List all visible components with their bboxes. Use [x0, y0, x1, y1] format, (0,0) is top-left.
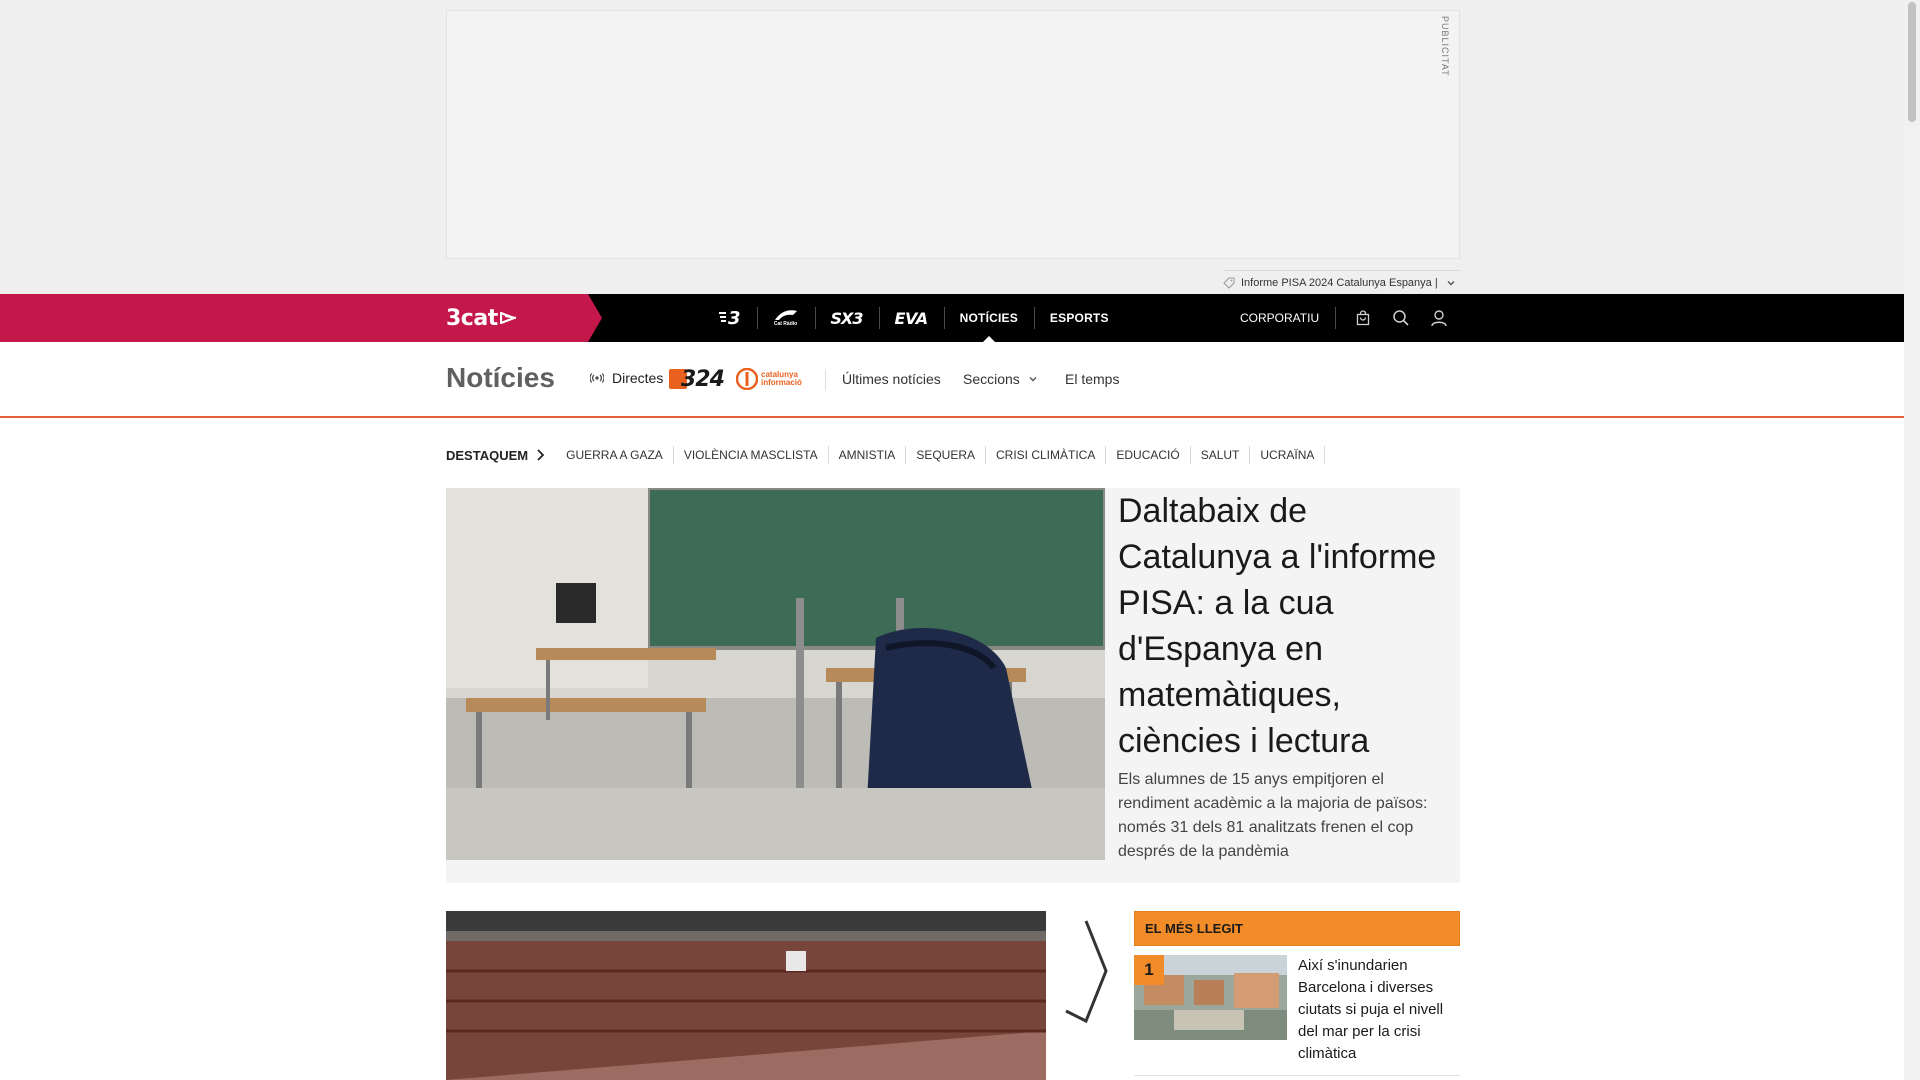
topic-tag-text: Informe PISA 2024 Catalunya Espanya | — [1241, 276, 1438, 289]
highlight-tag[interactable]: GUERRA A GAZA — [556, 446, 674, 464]
hero-article[interactable]: Daltabaix de Catalunya a l'informe PISA:… — [446, 488, 1460, 883]
channel-tv3[interactable]: 3 — [703, 294, 757, 342]
highlights-bar: DESTAQUEM GUERRA A GAZA VIOLÈNCIA MASCLI… — [446, 442, 1326, 468]
radio-waves-icon — [736, 368, 758, 390]
page-scrollbar[interactable] — [1904, 0, 1920, 1080]
eva-logo-icon: EVA — [894, 308, 929, 328]
chevron-right-icon — [537, 449, 545, 461]
most-read-heading: EL MÉS LLEGIT — [1134, 911, 1460, 946]
chevron-down-icon — [1028, 374, 1038, 384]
channel-noticies-label: NOTÍCIES — [959, 311, 1018, 325]
highlights-lead-label: DESTAQUEM — [446, 447, 529, 463]
channel-noticies[interactable]: NOTÍCIES — [943, 294, 1034, 342]
brand-arrow-icon — [499, 311, 516, 325]
logo-ci-line2: informació — [761, 378, 802, 387]
channel-324-logo[interactable]: 324 — [669, 367, 725, 392]
most-read-item[interactable]: 1 Així s'inundarien Barcelona i diverses… — [1134, 946, 1460, 1076]
user-icon[interactable] — [1420, 294, 1458, 342]
latest-news-link[interactable]: Últimes notícies — [842, 371, 941, 387]
section-divider — [825, 369, 826, 391]
live-link[interactable]: Directes — [590, 370, 663, 386]
most-read-panel: EL MÉS LLEGIT 1 Així s'inundarien Barcel… — [1134, 911, 1460, 1076]
ad-label: PUBLICITAT — [1440, 16, 1450, 77]
catradio-logo-icon: Cat Ràdio — [773, 309, 799, 327]
highlight-tag[interactable]: EDUCACIÓ — [1106, 446, 1191, 464]
ad-banner[interactable] — [446, 10, 1460, 259]
channel-esports-label: ESPORTS — [1049, 311, 1109, 325]
channel-catradio[interactable]: Cat Ràdio — [756, 294, 815, 342]
chevron-down-icon[interactable] — [1446, 278, 1456, 288]
most-read-title[interactable]: Així s'inundarien Barcelona i diverses c… — [1298, 955, 1458, 1065]
sections-dropdown[interactable]: Seccions — [963, 371, 1038, 387]
hero-subtitle: Els alumnes de 15 anys empitjoren el ren… — [1118, 771, 1428, 860]
highlight-tag[interactable]: UCRAÏNA — [1250, 446, 1326, 464]
highlight-tag[interactable]: SALUT — [1191, 446, 1251, 464]
topic-tag-bar[interactable]: Informe PISA 2024 Catalunya Espanya | — [1223, 270, 1460, 294]
brand-logo-text: 3cat — [446, 305, 498, 331]
highlight-tag[interactable]: AMNISTIA — [829, 446, 907, 464]
section-header: Notícies Directes 324 catalunya informac… — [0, 342, 1904, 418]
sx3-logo-icon: SX3 — [830, 308, 864, 328]
corporate-link[interactable]: CORPORATIU — [1240, 307, 1337, 329]
catalunya-informacio-logo[interactable]: catalunya informació — [736, 366, 802, 392]
tv3-logo-icon: 3 — [719, 308, 741, 329]
tag-icon — [1223, 276, 1237, 290]
logo-324-icon: 324 — [669, 367, 725, 392]
channel-esports[interactable]: ESPORTS — [1033, 294, 1125, 342]
weather-link[interactable]: El temps — [1065, 371, 1119, 387]
live-label: Directes — [612, 370, 664, 386]
brand-logo[interactable]: 3cat — [446, 305, 518, 331]
shopping-bag-icon[interactable] — [1344, 294, 1382, 342]
utility-nav: CORPORATIU — [1240, 294, 1458, 342]
highlights-lead[interactable]: DESTAQUEM — [446, 448, 556, 463]
top-navigation: 3cat 3 Cat Ràdio SX3 EVA NOTÍCIES ESPORT… — [0, 294, 1904, 342]
most-read-rank: 1 — [1134, 955, 1164, 985]
highlight-tag[interactable]: VIOLÈNCIA MASCLISTA — [674, 446, 829, 464]
highlight-tag[interactable]: SEQUERA — [906, 446, 986, 464]
sections-label: Seccions — [963, 371, 1020, 387]
hero-image-classroom[interactable] — [446, 488, 1105, 860]
broadcast-icon — [590, 373, 604, 383]
channel-list: 3 Cat Ràdio SX3 EVA NOTÍCIES ESPORTS — [703, 294, 1125, 342]
page-title[interactable]: Notícies — [446, 362, 555, 394]
highlight-tag[interactable]: CRISI CLIMÀTICA — [986, 446, 1107, 464]
hero-title[interactable]: Daltabaix de Catalunya a l'informe PISA:… — [1118, 488, 1448, 764]
channel-eva[interactable]: EVA — [878, 294, 944, 342]
channel-sx3[interactable]: SX3 — [814, 294, 879, 342]
secondary-article-image[interactable] — [446, 911, 1116, 1080]
search-icon[interactable] — [1382, 294, 1420, 342]
scrollbar-thumb[interactable] — [1908, 2, 1916, 122]
advertising-area: PUBLICITAT Informe PISA 2024 Catalunya E… — [0, 0, 1904, 294]
